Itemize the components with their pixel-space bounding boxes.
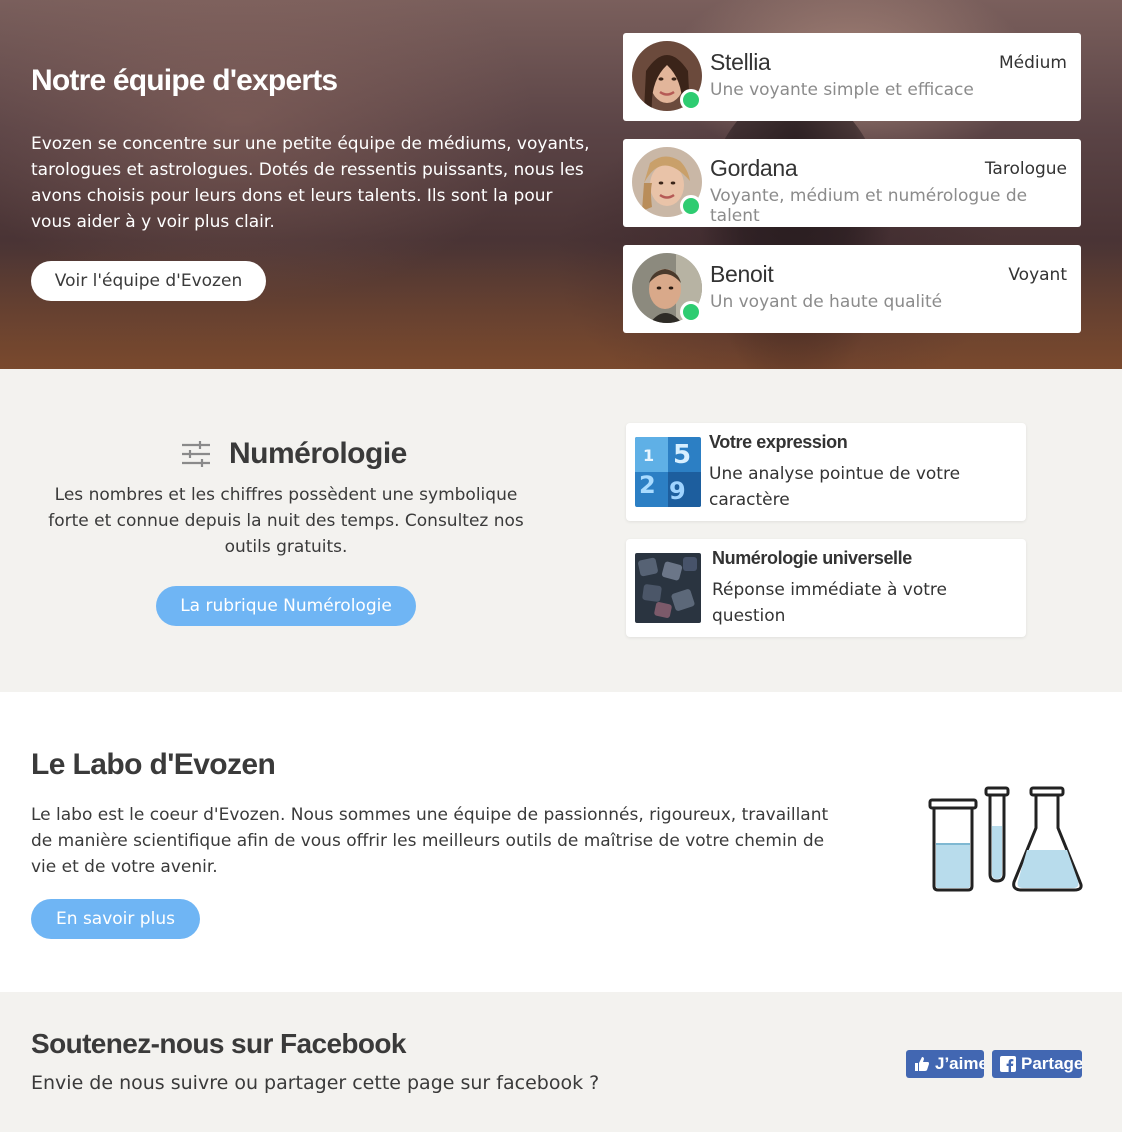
tool-card-expression[interactable]: 5 2 9 1 Votre expression Une analyse poi… xyxy=(626,423,1026,521)
experts-section: Notre équipe d'experts Evozen se concent… xyxy=(0,0,1122,369)
facebook-share-button[interactable]: Partager xyxy=(992,1050,1082,1078)
facebook-title: Soutenez-nous sur Facebook xyxy=(31,1028,407,1059)
experts-description: Evozen se concentre sur une petite équip… xyxy=(31,134,590,232)
expert-tagline: Voyante, médium et numérologue de talent xyxy=(710,186,1028,226)
numerologie-description: Les nombres et les chiffres possèdent un… xyxy=(48,485,524,557)
expert-tagline: Une voyante simple et efficace xyxy=(710,80,974,100)
expert-card-gordana[interactable]: Gordana Tarologue Voyante, médium et num… xyxy=(623,139,1081,227)
expert-role: Voyant xyxy=(1008,265,1067,285)
facebook-section: Soutenez-nous sur Facebook Envie de nous… xyxy=(0,992,1122,1132)
labo-section: Le Labo d'Evozen Le labo est le coeur d'… xyxy=(0,692,1122,992)
thumbs-up-icon xyxy=(915,1057,929,1071)
svg-text:1: 1 xyxy=(643,446,654,465)
expert-name: Gordana xyxy=(710,155,798,181)
facebook-like-button[interactable]: J’aime xyxy=(906,1050,984,1078)
numerologie-title: Numérologie xyxy=(229,437,407,470)
like-label: J’aime xyxy=(935,1054,984,1073)
dice-thumbnail xyxy=(635,553,701,623)
experts-title: Notre équipe d'experts xyxy=(31,64,338,97)
learn-more-button[interactable]: En savoir plus xyxy=(31,899,200,939)
numerologie-heading: Numérologie xyxy=(180,437,407,471)
expert-role: Tarologue xyxy=(984,159,1067,179)
tool-card-numerologie-universelle[interactable]: Numérologie universelle Réponse immédiat… xyxy=(626,539,1026,637)
expert-name: Benoit xyxy=(710,261,774,287)
tool-description: Réponse immédiate à votre question xyxy=(712,580,947,626)
online-status-icon xyxy=(680,195,702,217)
online-status-icon xyxy=(680,89,702,111)
numerologie-button[interactable]: La rubrique Numérologie xyxy=(156,586,416,626)
lab-flasks-icon xyxy=(928,786,1083,892)
tool-title: Numérologie universelle xyxy=(712,548,912,568)
svg-text:5: 5 xyxy=(673,440,691,470)
numbers-thumbnail: 5 2 9 1 xyxy=(635,437,701,507)
expert-tagline: Un voyant de haute qualité xyxy=(710,292,943,312)
expert-role: Médium xyxy=(999,53,1067,73)
labo-description: Le labo est le coeur d'Evozen. Nous somm… xyxy=(31,805,829,877)
facebook-description: Envie de nous suivre ou partager cette p… xyxy=(31,1072,600,1094)
numerologie-section: Numérologie Les nombres et les chiffres … xyxy=(0,369,1122,692)
tool-description: Une analyse pointue de votre caractère xyxy=(709,464,961,510)
tool-title: Votre expression xyxy=(709,432,848,452)
svg-text:9: 9 xyxy=(669,477,686,505)
facebook-icon xyxy=(1000,1056,1016,1072)
svg-text:2: 2 xyxy=(639,471,656,499)
labo-title: Le Labo d'Evozen xyxy=(31,748,276,781)
expert-card-benoit[interactable]: Benoit Voyant Un voyant de haute qualité xyxy=(623,245,1081,333)
expert-card-stellia[interactable]: Stellia Médium Une voyante simple et eff… xyxy=(623,33,1081,121)
sliders-icon xyxy=(182,441,210,467)
online-status-icon xyxy=(680,301,702,323)
expert-name: Stellia xyxy=(710,49,771,75)
see-team-button[interactable]: Voir l'équipe d'Evozen xyxy=(31,261,266,301)
share-label: Partager xyxy=(1021,1054,1082,1073)
